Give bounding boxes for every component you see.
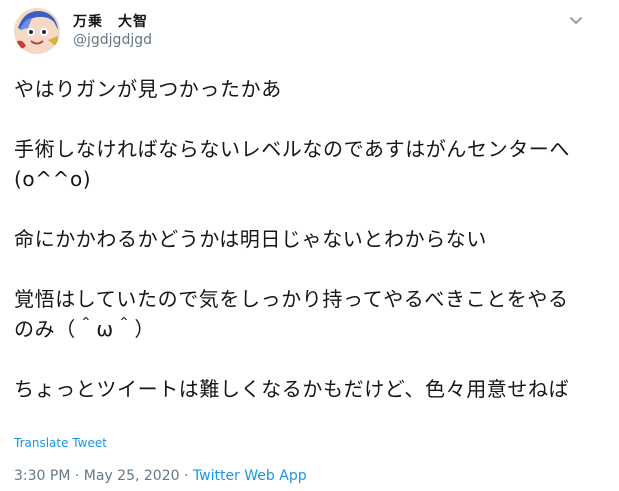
display-name[interactable]: 万乗 大智 [73, 11, 148, 31]
meta-separator-2: · [183, 468, 189, 484]
tweet-menu-button[interactable] [567, 11, 585, 29]
tweet-meta: 3:30 PM · May 25, 2020 · Twitter Web App [14, 468, 307, 484]
avatar[interactable] [14, 8, 60, 54]
tweet-time[interactable]: 3:30 PM [14, 468, 70, 484]
meta-separator: · [74, 468, 80, 484]
chevron-down-icon [570, 17, 582, 24]
translate-tweet-link[interactable]: Translate Tweet [14, 436, 107, 450]
tweet-source-link[interactable]: Twitter Web App [193, 468, 307, 484]
user-handle[interactable]: @jgdjgdjgd [73, 32, 152, 48]
tweet-text: やはりガンが見つかったかあ 手術しなければならないレベルなのであすはがんセンター… [14, 77, 570, 401]
avatar-image [14, 8, 60, 54]
tweet-date[interactable]: May 25, 2020 [84, 468, 180, 484]
